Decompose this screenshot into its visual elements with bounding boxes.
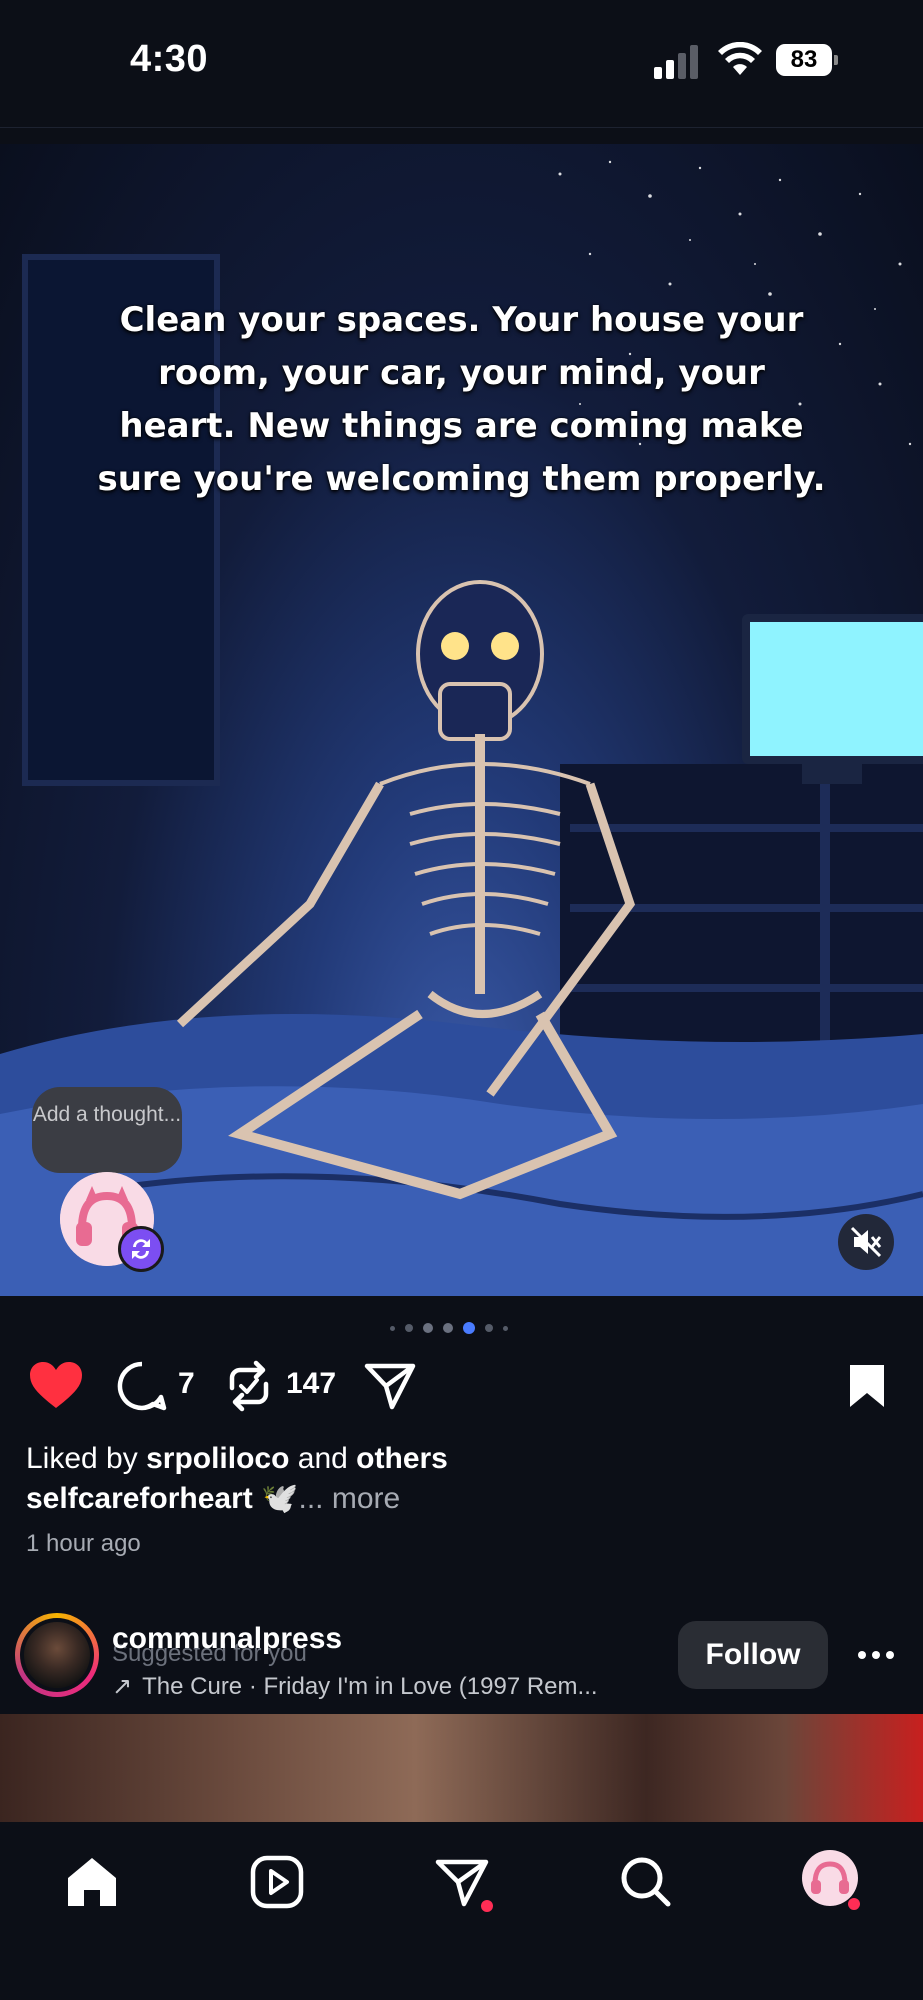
avatar-photo xyxy=(24,1622,90,1688)
post-timestamp: 1 hour ago xyxy=(26,1530,141,1557)
liked-by-others-link[interactable]: others xyxy=(356,1442,448,1475)
battery-indicator: 83 xyxy=(776,44,838,76)
music-arrow-icon: ↗ xyxy=(112,1673,133,1700)
follow-button[interactable]: Follow xyxy=(678,1621,828,1689)
reels-icon[interactable] xyxy=(247,1852,307,1912)
suggested-user-avatar[interactable] xyxy=(15,1613,99,1697)
liked-by-user-link[interactable]: srpoliloco xyxy=(146,1442,289,1475)
share-icon[interactable] xyxy=(364,1362,416,1410)
carousel-dot xyxy=(485,1324,493,1332)
comment-count[interactable]: 7 xyxy=(178,1367,195,1401)
profile-notification-dot xyxy=(848,1898,860,1910)
comment-icon[interactable] xyxy=(116,1360,168,1412)
save-bookmark-icon[interactable] xyxy=(846,1362,888,1410)
home-icon[interactable] xyxy=(62,1852,122,1912)
battery-level: 83 xyxy=(776,44,832,76)
pink-headphones-avatar xyxy=(811,1861,849,1894)
search-icon[interactable] xyxy=(616,1852,676,1912)
profile-avatar[interactable] xyxy=(802,1850,858,1906)
next-post-media-preview[interactable] xyxy=(0,1714,923,1822)
post-image[interactable]: Clean your spaces. Your house your room,… xyxy=(0,144,923,1296)
carousel-dot xyxy=(390,1325,395,1331)
carousel-dot xyxy=(503,1325,508,1331)
liked-by-text: Liked by srpoliloco and others xyxy=(26,1442,448,1476)
carousel-indicator xyxy=(390,1320,508,1336)
add-thought-bubble[interactable]: Add a thought... xyxy=(32,1087,182,1173)
repost-badge-icon xyxy=(118,1226,164,1272)
caption-emoji: 🕊️ xyxy=(261,1482,299,1515)
like-heart-icon[interactable] xyxy=(28,1360,84,1410)
liked-by-prefix: Liked by xyxy=(26,1442,147,1475)
glowing-monitor xyxy=(742,614,923,784)
suggested-username[interactable]: communalpress xyxy=(112,1622,342,1656)
carousel-dot xyxy=(405,1324,413,1332)
image-caption-text: Clean your spaces. Your house your room,… xyxy=(97,300,826,499)
post-caption: selfcareforheart 🕊️... more xyxy=(26,1481,400,1516)
avatar-ring-inner xyxy=(20,1618,94,1692)
music-title: The Cure · Friday I'm in Love (1997 Rem.… xyxy=(142,1673,598,1700)
music-attribution[interactable]: ↗ The Cure · Friday I'm in Love (1997 Rem… xyxy=(112,1672,598,1701)
muted-speaker-icon xyxy=(850,1226,882,1258)
status-bar: 4:30 83 xyxy=(0,0,923,128)
repost-icon[interactable] xyxy=(224,1360,274,1412)
more-link[interactable]: ... more xyxy=(298,1482,400,1515)
repost-count[interactable]: 147 xyxy=(286,1367,336,1401)
mute-toggle-button[interactable] xyxy=(838,1214,894,1270)
status-time: 4:30 xyxy=(130,38,209,80)
skeleton-illustration xyxy=(176,580,636,1200)
post-author-link[interactable]: selfcareforheart xyxy=(26,1482,253,1515)
more-options-icon[interactable] xyxy=(856,1640,896,1670)
carousel-dot xyxy=(443,1323,453,1333)
battery-tip xyxy=(834,55,838,65)
carousel-dot xyxy=(423,1323,433,1333)
top-divider xyxy=(0,127,923,128)
liked-by-mid: and xyxy=(289,1442,357,1475)
carousel-dot-active xyxy=(463,1322,475,1334)
cellular-signal-icon xyxy=(654,45,698,79)
messages-notification-dot xyxy=(481,1900,493,1912)
wifi-icon xyxy=(718,42,762,75)
